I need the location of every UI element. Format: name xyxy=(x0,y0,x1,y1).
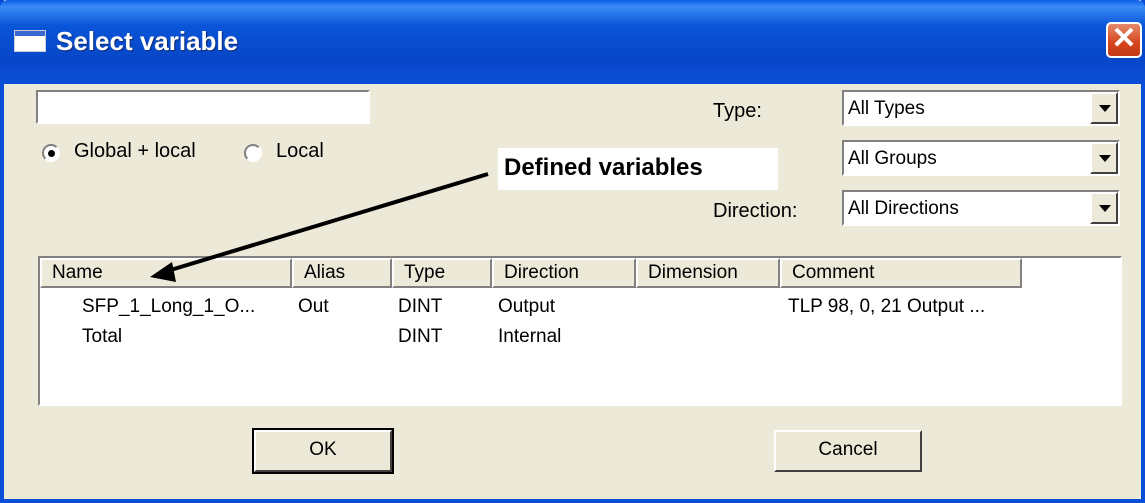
cell-alias: Out xyxy=(298,296,329,317)
title-bar[interactable]: Select variable ✕ xyxy=(0,0,1145,84)
chevron-down-icon[interactable] xyxy=(1090,142,1118,174)
type-select-value: All Types xyxy=(848,98,925,119)
radio-selected-dot xyxy=(48,150,55,157)
direction-select[interactable]: All Directions xyxy=(842,190,1120,226)
radio-global-local[interactable] xyxy=(42,144,60,162)
type-label: Type: xyxy=(713,100,762,122)
group-select[interactable]: All Groups xyxy=(842,140,1120,176)
cell-direction: Internal xyxy=(498,326,562,347)
cell-name: SFP_1_Long_1_O... xyxy=(82,296,256,317)
callout-text: Defined variables xyxy=(504,154,703,181)
chevron-down-icon[interactable] xyxy=(1090,192,1118,224)
close-button[interactable]: ✕ xyxy=(1106,22,1142,58)
radio-local-label[interactable]: Local xyxy=(276,140,324,163)
radio-local[interactable] xyxy=(244,144,262,162)
cell-comment: TLP 98, 0, 21 Output ... xyxy=(788,296,986,317)
group-select-value: All Groups xyxy=(848,148,937,169)
direction-label: Direction: xyxy=(713,200,798,222)
type-select[interactable]: All Types xyxy=(842,90,1120,126)
close-icon: ✕ xyxy=(1111,22,1137,55)
search-input[interactable] xyxy=(36,90,370,124)
variables-list[interactable]: Name Alias Type Direction Dimension Comm… xyxy=(38,256,1122,406)
select-variable-dialog: Select variable ✕ Global + local Local T… xyxy=(0,0,1145,503)
column-header-name[interactable]: Name xyxy=(40,258,292,288)
defined-variables-callout: Defined variables xyxy=(498,148,778,190)
cell-direction: Output xyxy=(498,296,556,317)
column-header-direction[interactable]: Direction xyxy=(492,258,636,288)
window-title: Select variable xyxy=(56,26,239,56)
column-header-type[interactable]: Type xyxy=(392,258,492,288)
cell-type: DINT xyxy=(398,296,443,317)
cell-type: DINT xyxy=(398,326,443,347)
direction-select-value: All Directions xyxy=(848,198,959,219)
window-icon xyxy=(14,30,46,52)
column-header-alias[interactable]: Alias xyxy=(292,258,392,288)
radio-global-local-label[interactable]: Global + local xyxy=(74,140,196,163)
dialog-body: Global + local Local Type: All Types All… xyxy=(4,84,1141,499)
cell-name: Total xyxy=(82,326,123,347)
ok-button[interactable]: OK xyxy=(252,428,394,474)
chevron-down-icon[interactable] xyxy=(1090,92,1118,124)
column-header-dimension[interactable]: Dimension xyxy=(636,258,780,288)
column-header-comment[interactable]: Comment xyxy=(780,258,1022,288)
cancel-button[interactable]: Cancel xyxy=(774,430,922,472)
